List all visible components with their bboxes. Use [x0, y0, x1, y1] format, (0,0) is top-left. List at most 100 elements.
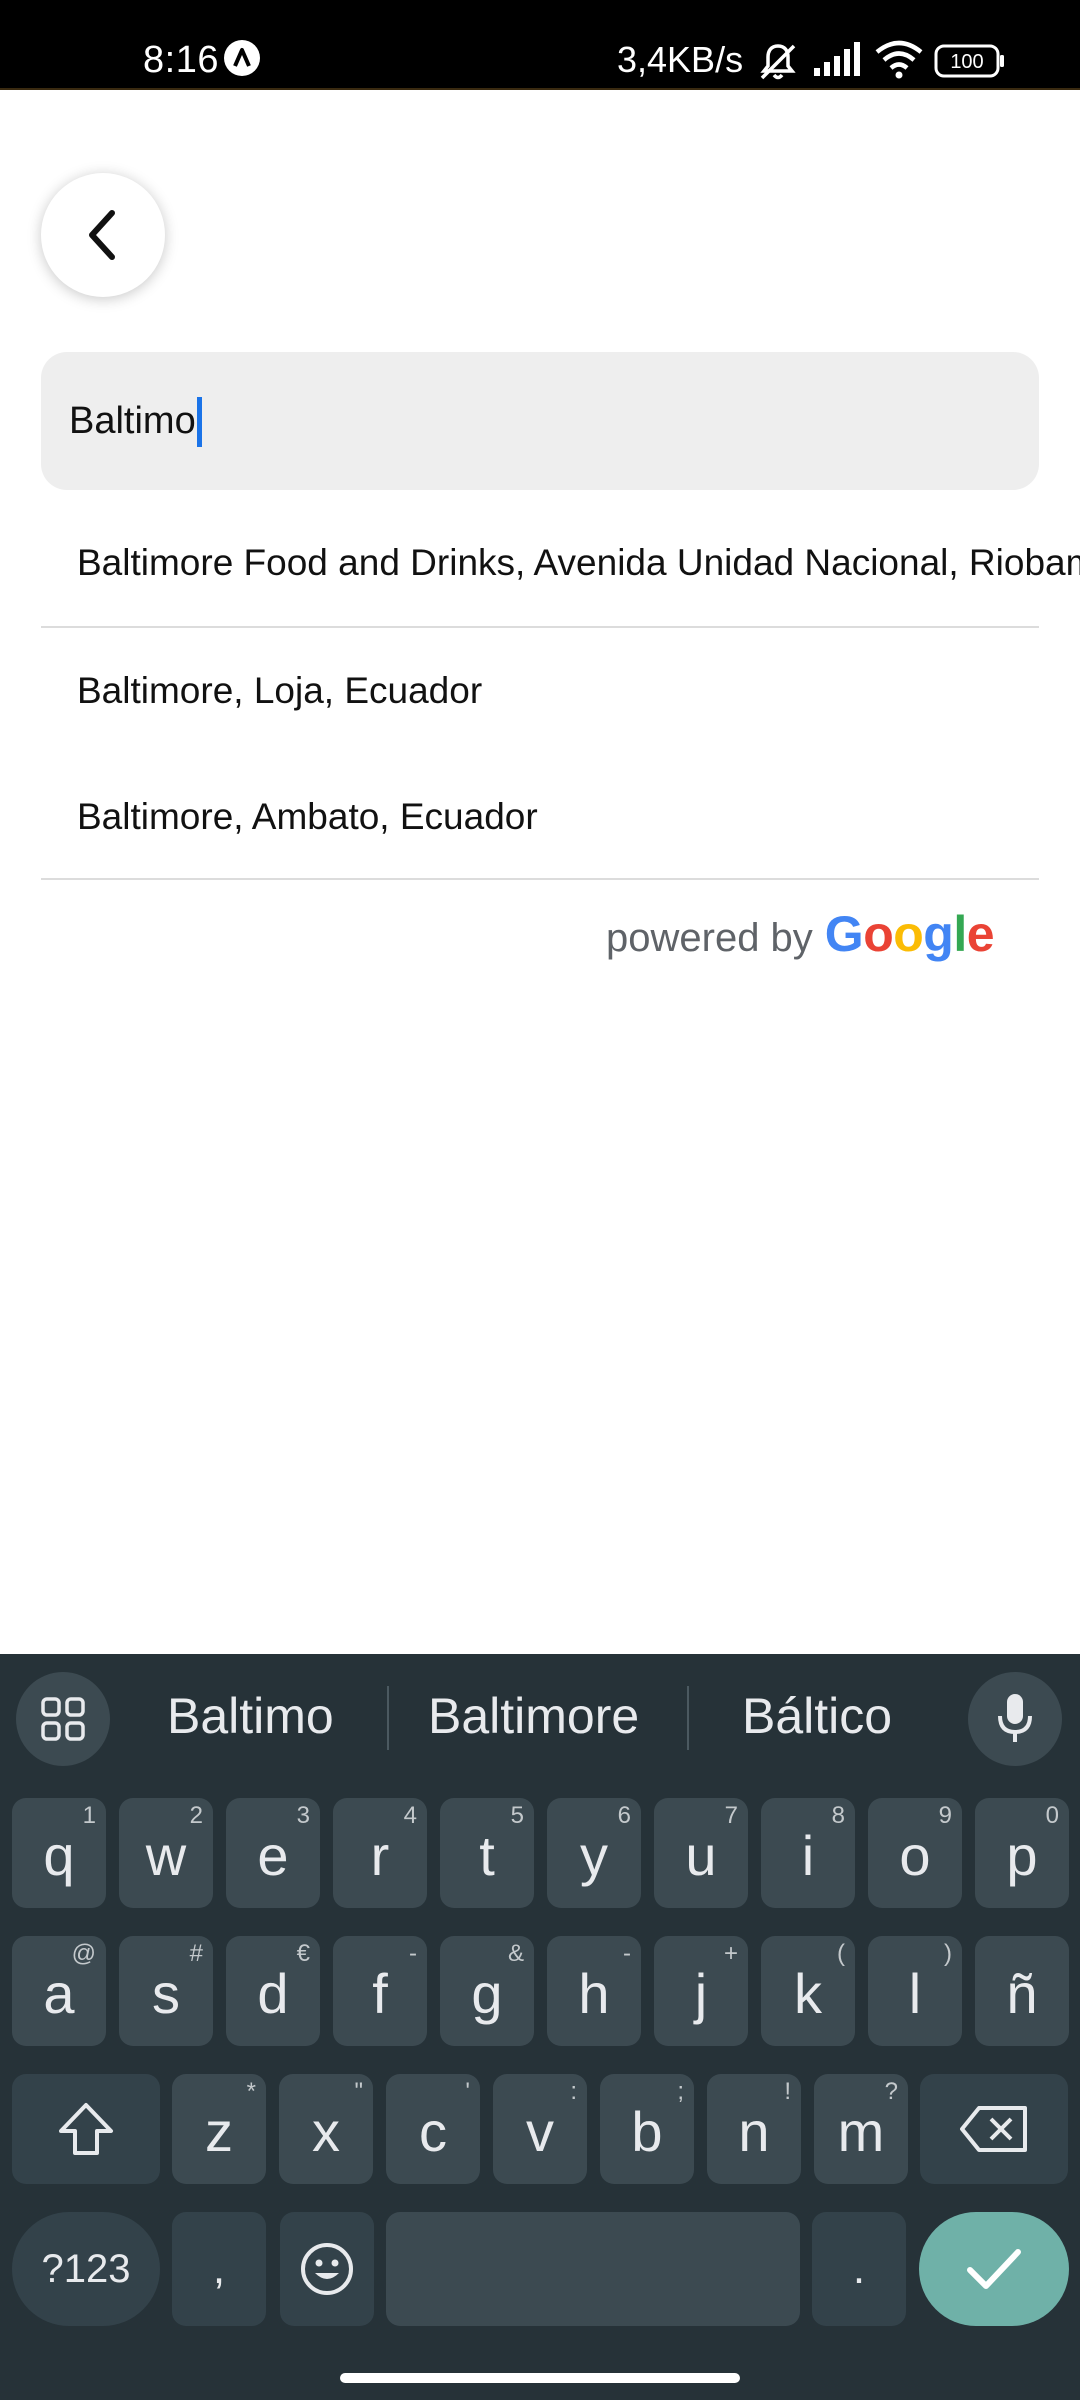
key-label: o	[899, 1823, 931, 1887]
key-h[interactable]: h-	[547, 1936, 641, 2046]
key-x[interactable]: x "	[279, 2074, 373, 2184]
key-hint: 7	[724, 1802, 738, 1829]
key-hint: +	[723, 1940, 738, 1967]
key-l[interactable]: l)	[868, 1936, 962, 2046]
key-label: e	[257, 1823, 289, 1887]
keyboard-suggestion[interactable]: Báltico	[742, 1676, 892, 1756]
key-hint: *	[246, 2078, 256, 2105]
status-time: 8:16	[143, 39, 219, 81]
key-hint: !	[784, 2078, 791, 2105]
suggestion-label: Baltimore Food and Drinks, Avenida Unida…	[77, 542, 1080, 583]
key-label: a	[43, 1961, 75, 2025]
key-label: c	[419, 2099, 447, 2163]
key-label: r	[370, 1823, 390, 1887]
key-i[interactable]: i8	[761, 1798, 855, 1908]
key-hint: '	[465, 2078, 470, 2105]
key-hint: :	[570, 2078, 577, 2105]
key-hint: 4	[403, 1802, 417, 1829]
key-label: s	[152, 1961, 180, 2025]
key-b[interactable]: b;	[600, 2074, 694, 2184]
key-u[interactable]: u7	[654, 1798, 748, 1908]
powered-by-google: powered by Google	[606, 905, 995, 963]
battery-icon: 100	[934, 44, 1006, 83]
home-indicator[interactable]	[340, 2373, 740, 2383]
key-label: d	[257, 1961, 289, 2025]
key-label: m	[837, 2099, 885, 2163]
key-hint: #	[189, 1940, 203, 1967]
key-label: ñ	[1006, 1961, 1038, 2025]
key-ñ[interactable]: ñ	[975, 1936, 1069, 2046]
symbols-key[interactable]: ?123	[12, 2212, 160, 2326]
key-a[interactable]: a @	[12, 1936, 106, 2046]
key-r[interactable]: r4	[333, 1798, 427, 1908]
key-z[interactable]: z *	[172, 2074, 266, 2184]
key-k[interactable]: k(	[761, 1936, 855, 2046]
keyboard-suggestion[interactable]: Baltimo	[167, 1676, 334, 1756]
key-label: y	[580, 1823, 608, 1887]
key-hint: ;	[677, 2078, 684, 2105]
mute-icon	[756, 40, 800, 89]
search-input-value[interactable]: Baltimo	[69, 352, 196, 490]
key-e[interactable]: e3	[226, 1798, 320, 1908]
key-label: f	[372, 1961, 388, 2025]
key-label: u	[685, 1823, 717, 1887]
backspace-icon	[960, 2106, 1027, 2152]
key-s[interactable]: s #	[119, 1936, 213, 2046]
key-label: n	[738, 2099, 770, 2163]
period-key[interactable]: .	[812, 2212, 906, 2326]
keyboard-suggestion[interactable]: Baltimore	[428, 1676, 639, 1756]
suggestion-item[interactable]: Baltimore, Ambato, Ecuador	[41, 754, 1039, 878]
voice-input-button[interactable]	[968, 1672, 1062, 1766]
suggestion-label: Baltimore, Ambato, Ecuador	[77, 796, 538, 837]
backspace-key[interactable]	[920, 2074, 1068, 2184]
key-v[interactable]: v:	[493, 2074, 587, 2184]
keyboard-menu-button[interactable]	[16, 1672, 110, 1766]
key-hint: 0	[1045, 1802, 1059, 1829]
suggestion-item[interactable]: Baltimore, Loja, Ecuador	[41, 628, 1039, 754]
key-hint: (	[837, 1940, 845, 1967]
key-g[interactable]: g &	[440, 1936, 534, 2046]
wifi-icon	[874, 40, 924, 85]
suggestion-label: Baltimore, Loja, Ecuador	[77, 670, 483, 711]
key-label: k	[794, 1961, 822, 2025]
key-w[interactable]: w2	[119, 1798, 213, 1908]
back-button[interactable]	[41, 173, 165, 297]
suggestion-list: Baltimore Food and Drinks, Avenida Unida…	[41, 500, 1080, 880]
key-f[interactable]: f-	[333, 1936, 427, 2046]
key-hint: 9	[938, 1802, 952, 1829]
key-o[interactable]: o9	[868, 1798, 962, 1908]
key-label: g	[471, 1961, 503, 2025]
key-q[interactable]: q1	[12, 1798, 106, 1908]
key-j[interactable]: j +	[654, 1936, 748, 2046]
key-hint: )	[944, 1940, 952, 1967]
shift-key[interactable]	[12, 2074, 160, 2184]
key-hint: -	[623, 1940, 631, 1967]
key-c[interactable]: c '	[386, 2074, 480, 2184]
battery-level: 100	[950, 51, 983, 73]
emoji-icon	[301, 2243, 353, 2295]
google-logo: Google	[824, 906, 995, 962]
key-m[interactable]: m?	[814, 2074, 908, 2184]
space-key[interactable]	[386, 2212, 800, 2326]
comma-key[interactable]: ,	[172, 2212, 266, 2326]
key-label: w	[145, 1823, 187, 1887]
grid-icon	[41, 1697, 85, 1741]
key-hint: "	[354, 2078, 363, 2105]
key-hint: 8	[831, 1802, 845, 1829]
key-hint: -	[409, 1940, 417, 1967]
key-hint: 3	[296, 1802, 310, 1829]
status-bar: 8:16 3,4KB/s 100	[0, 0, 1080, 90]
search-input[interactable]: Baltimo	[41, 352, 1039, 490]
microphone-icon	[998, 1694, 1032, 1742]
key-d[interactable]: d €	[226, 1936, 320, 2046]
key-label: i	[801, 1823, 815, 1887]
key-y[interactable]: y6	[547, 1798, 641, 1908]
key-t[interactable]: t5	[440, 1798, 534, 1908]
key-label: v	[526, 2099, 554, 2163]
key-p[interactable]: p0	[975, 1798, 1069, 1908]
key-n[interactable]: n!	[707, 2074, 801, 2184]
emoji-key[interactable]	[280, 2212, 374, 2326]
suggestion-item[interactable]: Baltimore Food and Drinks, Avenida Unida…	[41, 500, 1080, 626]
keyboard-suggestion-strip: Baltimo Baltimore Báltico	[0, 1654, 1080, 1774]
enter-key[interactable]	[919, 2212, 1069, 2326]
